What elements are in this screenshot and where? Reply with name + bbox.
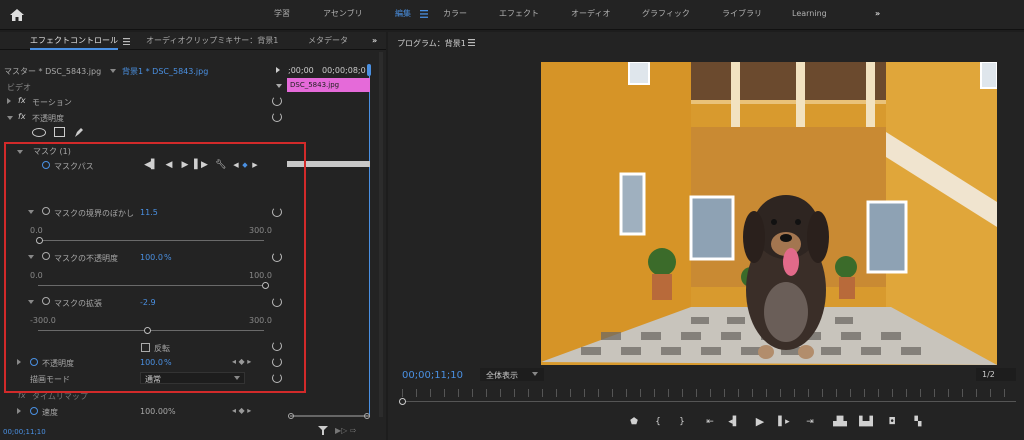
- home-icon[interactable]: [9, 7, 25, 23]
- play-clip-icon[interactable]: [276, 67, 280, 73]
- speed-keyframe-nav[interactable]: ◂ ◆ ▸: [232, 406, 251, 415]
- video-header: ビデオ: [7, 83, 31, 92]
- zoom-value: 全体表示: [486, 371, 518, 380]
- master-clip-label: マスター * DSC_5843.jpg: [4, 67, 102, 76]
- motion-label[interactable]: モーション: [32, 97, 72, 108]
- speed-label: 速度: [42, 408, 58, 417]
- collapse-arrow-icon[interactable]: [7, 116, 13, 120]
- add-marker-icon[interactable]: ⬟: [626, 415, 642, 429]
- expand-arrow-icon[interactable]: [7, 98, 11, 104]
- pen-tool-icon[interactable]: [73, 126, 85, 138]
- reset-opacity-icon[interactable]: [272, 112, 282, 122]
- scroll-handle-left[interactable]: [288, 413, 294, 419]
- program-timecode[interactable]: 00;00;11;10: [402, 370, 463, 381]
- step-forward-icon[interactable]: ▌▸: [776, 415, 792, 429]
- workspace-audio[interactable]: オーディオ: [571, 0, 610, 30]
- current-timecode[interactable]: 00;00;11;10: [3, 428, 46, 436]
- program-monitor: プログラム：背景1 00;00;11;10 全体表示 1/2 ⬟ {} ⇤ ◂…: [388, 32, 1024, 440]
- step-back-icon[interactable]: ◂▌: [726, 415, 742, 429]
- video-frame[interactable]: [541, 62, 997, 365]
- ellipse-mask-icon[interactable]: [32, 128, 46, 137]
- workspace-effects[interactable]: エフェクト: [499, 0, 539, 30]
- stopwatch-icon[interactable]: [30, 407, 38, 415]
- reset-motion-icon[interactable]: [272, 96, 282, 106]
- lift-icon[interactable]: ▟▙: [832, 415, 848, 429]
- tab-audio-clip-mixer[interactable]: オーディオクリップミキサー：背景1: [146, 32, 278, 50]
- workspace-libraries[interactable]: ライブラリ: [722, 0, 762, 30]
- opacity-effect-label[interactable]: 不透明度: [32, 113, 64, 124]
- fx-icon: fx: [18, 112, 26, 121]
- tab-menu-icon[interactable]: [123, 38, 130, 46]
- resolution-select[interactable]: 1/2: [976, 368, 1016, 381]
- transport-controls: ⬟ { } ⇤ ◂▌ ▶ ▌▸ ⇥ ▟▙ ▙▟ ◘ ▚: [626, 415, 946, 431]
- workspace-color[interactable]: カラー: [443, 0, 467, 30]
- timeline-end-tc: 00;00;08;0: [322, 66, 366, 75]
- speed-expand-icon[interactable]: [17, 408, 21, 414]
- tab-metadata[interactable]: メタデータ: [308, 32, 348, 50]
- panel-menu-icon[interactable]: [468, 39, 475, 47]
- workspace-menu-icon[interactable]: [420, 10, 428, 18]
- workspace-graphics[interactable]: グラフィック: [642, 0, 690, 30]
- vertical-scrollbar[interactable]: [379, 52, 383, 417]
- more-tabs-icon[interactable]: »: [372, 32, 377, 50]
- timeline-clip[interactable]: DSC_5843.jpg: [287, 78, 370, 92]
- workspace-learning[interactable]: Learning: [792, 0, 827, 30]
- effect-controls-panel: エフェクトコントロール オーディオクリップミキサー：背景1 メタデータ » マス…: [0, 32, 386, 440]
- timeline-scrollbar[interactable]: [290, 415, 370, 417]
- highlight-box: [4, 142, 306, 393]
- resolution-value: 1/2: [982, 370, 995, 379]
- fx-icon: fx: [18, 96, 26, 105]
- tab-effect-controls[interactable]: エフェクトコントロール: [30, 32, 118, 50]
- workspace-learn[interactable]: 学習: [274, 0, 290, 30]
- chevron-down-icon: [532, 372, 538, 376]
- scene-illustration: [541, 62, 997, 365]
- go-to-out-icon[interactable]: ⇥: [802, 415, 818, 429]
- export-frame-icon[interactable]: ◘: [884, 415, 900, 429]
- time-ruler[interactable]: [402, 389, 1016, 397]
- go-to-in-icon[interactable]: ⇤: [702, 415, 718, 429]
- more-workspaces-icon[interactable]: »: [875, 0, 880, 30]
- scroll-handle-right[interactable]: [364, 413, 370, 419]
- ruler-playhead[interactable]: [399, 398, 406, 405]
- mark-in-icon[interactable]: {: [650, 415, 666, 429]
- program-monitor-title: プログラム：背景1: [397, 39, 466, 48]
- extract-icon[interactable]: ▙▟: [858, 415, 874, 429]
- mark-out-icon[interactable]: }: [674, 415, 690, 429]
- sequence-clip-label[interactable]: 背景1 * DSC_5843.jpg: [122, 66, 208, 77]
- ruler-track: [406, 401, 1016, 402]
- timeline-start-tc: ;00;00: [288, 66, 314, 75]
- workspace-bar: 学習 アセンブリ 編集 カラー エフェクト オーディオ グラフィック ライブラリ…: [0, 0, 1024, 30]
- compare-view-icon[interactable]: ▚: [910, 415, 926, 429]
- play-icon[interactable]: ▶: [752, 415, 768, 429]
- zoom-select[interactable]: 全体表示: [480, 368, 544, 381]
- playhead-marker[interactable]: [367, 64, 371, 76]
- speed-value: 100.00%: [140, 407, 176, 416]
- filter-icon[interactable]: [318, 425, 328, 435]
- chevron-down-icon[interactable]: [110, 69, 116, 73]
- workspace-editing[interactable]: 編集: [395, 0, 411, 30]
- workspace-assembly[interactable]: アセンブリ: [323, 0, 363, 30]
- rectangle-mask-icon[interactable]: [54, 127, 65, 137]
- left-tab-row: エフェクトコントロール オーディオクリップミキサー：背景1 メタデータ »: [0, 32, 386, 50]
- playhead-line: [369, 76, 370, 416]
- video-collapse-icon[interactable]: [276, 84, 282, 88]
- playback-icons[interactable]: ▶▷ ⇨: [335, 426, 357, 435]
